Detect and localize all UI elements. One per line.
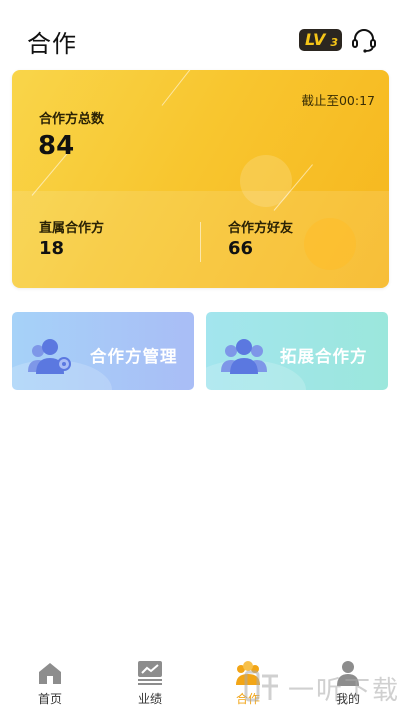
- level-number: 3: [330, 36, 338, 49]
- as-of-time: 截止至00:17: [301, 93, 375, 108]
- watermark-text: 一听下载: [288, 676, 400, 706]
- decor-line: [161, 70, 192, 106]
- partner-summary-card: 截止至00:17 合作方总数 84 直属合作方 18 合作方好友 66: [12, 70, 389, 288]
- tab-performance[interactable]: 业绩: [110, 652, 190, 711]
- team-settings-icon: [28, 339, 71, 374]
- partner-friends-label: 合作方好友: [228, 221, 294, 236]
- headset-icon[interactable]: [350, 26, 378, 54]
- decor-circle: [304, 218, 356, 270]
- decor-circle: [240, 155, 292, 207]
- level-prefix: LV: [305, 30, 326, 49]
- watermark-logo-icon: [244, 670, 278, 702]
- header: 合作 LV 3: [0, 0, 400, 70]
- level-badge[interactable]: LV 3: [299, 29, 342, 51]
- expand-partners-button[interactable]: 拓展合作方: [206, 312, 388, 390]
- team-group-icon: [221, 339, 267, 374]
- home-icon: [39, 663, 61, 684]
- partner-management-button[interactable]: 合作方管理: [12, 312, 194, 390]
- total-partners-value: 84: [38, 131, 75, 161]
- tab-performance-label: 业绩: [137, 692, 162, 706]
- partner-friends-value: 66: [228, 238, 254, 259]
- partner-management-label: 合作方管理: [90, 347, 178, 366]
- chart-icon: [138, 661, 162, 685]
- direct-partners-label: 直属合作方: [39, 221, 105, 236]
- tab-home[interactable]: 首页: [10, 652, 90, 711]
- total-partners-label: 合作方总数: [39, 112, 105, 127]
- direct-partners-value: 18: [39, 238, 65, 259]
- watermark: 一听下载: [242, 666, 400, 706]
- expand-partners-label: 拓展合作方: [280, 347, 368, 366]
- stat-divider: [200, 222, 201, 262]
- page-title: 合作: [27, 30, 77, 58]
- tab-home-label: 首页: [37, 692, 62, 706]
